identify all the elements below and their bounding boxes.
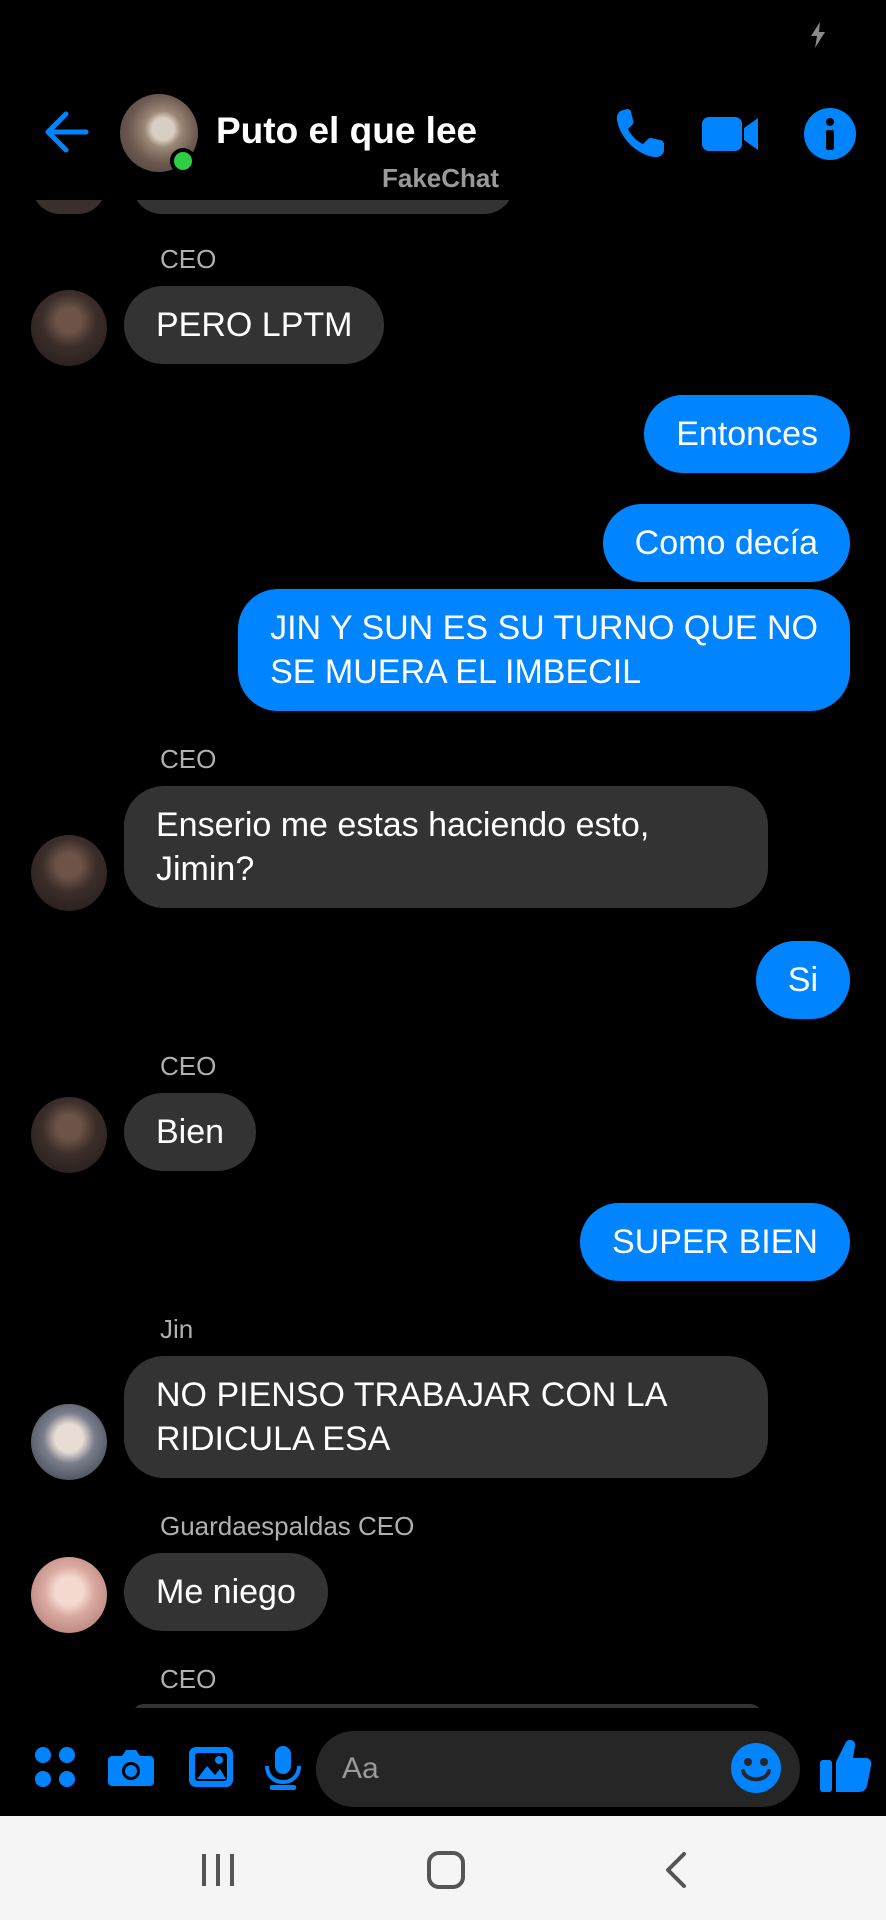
sender-name: CEO — [160, 1051, 217, 1081]
back-nav-icon[interactable] — [656, 1848, 700, 1892]
chat-subtitle: FakeChat — [382, 163, 500, 193]
microphone-icon[interactable] — [258, 1742, 308, 1792]
sender-name: Jin — [160, 1314, 194, 1344]
video-call-icon[interactable] — [700, 104, 760, 164]
back-arrow-icon[interactable] — [40, 106, 92, 158]
online-indicator — [170, 148, 196, 174]
phone-icon[interactable] — [610, 104, 670, 164]
message-bubble[interactable]: JIN Y SUN ES SU TURNO QUE NO SE MUERA EL… — [238, 589, 850, 711]
message-bubble[interactable]: NO PIENSO TRABAJAR CON LA RIDICULA ESA — [124, 1356, 768, 1478]
message-line: NO PIENSO TRABAJAR CON LA — [156, 1376, 668, 1414]
message-bubble[interactable]: Enserio me estas haciendo esto, Jimin? — [124, 786, 768, 908]
message-input[interactable] — [316, 1731, 800, 1807]
message-bubble[interactable]: Me niego — [124, 1553, 328, 1631]
message-bubble[interactable]: Entonces — [644, 395, 850, 473]
message-bubble[interactable]: Como decía — [602, 504, 850, 582]
home-icon[interactable] — [424, 1848, 468, 1892]
sender-name: Guardaespaldas CEO — [160, 1511, 415, 1541]
avatar[interactable] — [31, 835, 107, 911]
gallery-icon[interactable] — [186, 1742, 236, 1792]
avatar[interactable] — [31, 1097, 107, 1173]
message-bubble[interactable]: Bien — [124, 1093, 257, 1171]
chat-title[interactable]: Puto el que lee — [216, 110, 477, 152]
avatar[interactable] — [31, 1557, 107, 1633]
sender-name: CEO — [160, 744, 217, 774]
message-line: JIN Y SUN ES SU TURNO QUE NO — [270, 609, 818, 647]
message-line: SE MUERA EL IMBECIL — [270, 653, 642, 691]
message-line: Jimin? — [156, 850, 255, 888]
message-line: Enserio me estas haciendo esto, — [156, 806, 650, 844]
message-bubble[interactable]: SUPER BIEN — [580, 1203, 850, 1281]
apps-icon[interactable] — [30, 1742, 80, 1792]
sender-name: CEO — [160, 1664, 217, 1694]
message-bubble[interactable]: PERO LPTM — [124, 286, 385, 364]
info-icon[interactable] — [800, 104, 860, 164]
charging-icon — [811, 22, 825, 48]
avatar[interactable] — [31, 1404, 107, 1480]
emoji-icon[interactable] — [730, 1742, 782, 1794]
camera-icon[interactable] — [106, 1742, 156, 1792]
recent-apps-icon[interactable] — [196, 1848, 240, 1892]
sender-name: CEO — [160, 244, 217, 274]
message-input-placeholder: Aa — [342, 1752, 379, 1785]
avatar[interactable] — [31, 290, 107, 366]
thumbs-up-icon[interactable] — [818, 1736, 872, 1794]
message-line: RIDICULA ESA — [156, 1420, 391, 1458]
message-bubble[interactable]: Si — [755, 941, 850, 1019]
